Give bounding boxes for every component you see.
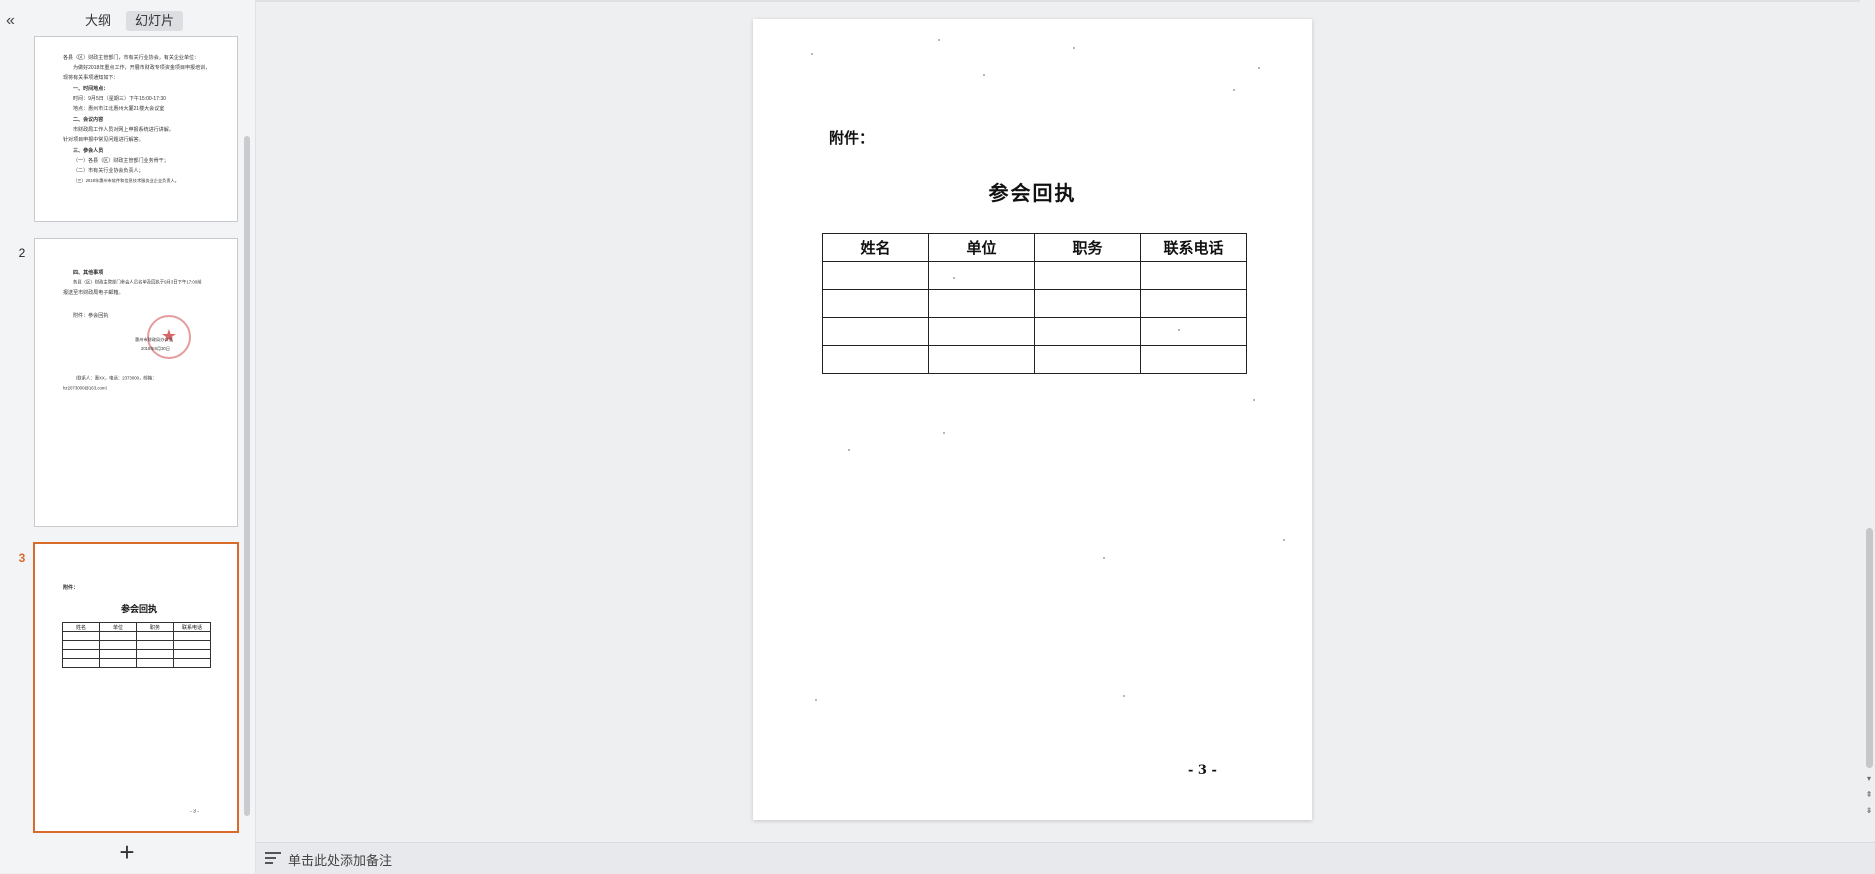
table-cell[interactable] [1140,317,1247,346]
thumb-table-header: 联系电话 [173,622,211,632]
table-cell[interactable] [1140,261,1247,290]
slide-editor: 附件： 参会回执 姓名 单位 职务 联系电话 - 3 - [256,0,1860,841]
table-row [822,317,1247,346]
thumb-text-line: 市财政局工作人员对网上申报系统进行讲解， [73,127,174,133]
editor-scrollbar[interactable]: ▾ ⇞ ⇟ [1863,0,1875,841]
notes-input[interactable]: 单击此处添加备注 [288,850,392,869]
plus-icon[interactable]: + [116,839,138,865]
thumb-seal-text: 惠州市财政局办公室 [135,338,173,343]
attachment-label: 附件： [829,129,875,147]
thumb-table: 姓名 单位 职务 联系电话 [62,622,211,668]
table-cell[interactable] [822,345,929,374]
prev-page-icon[interactable]: ⇞ [1863,790,1875,800]
thumb-table-header: 姓名 [62,622,100,632]
thumb-table-header: 单位 [99,622,137,632]
table-cell[interactable] [928,317,1035,346]
slide-number-2: 2 [18,246,26,260]
table-header-row: 姓名 单位 职务 联系电话 [822,233,1247,262]
slide-number-3: 3 [18,551,26,565]
page-number: - 3 - [1188,763,1217,778]
thumb-text-line: 报送至市财政局电子邮箱。 [63,290,124,296]
table-cell[interactable] [1034,289,1141,318]
next-page-icon[interactable]: ⇟ [1863,806,1875,816]
thumb-text-line: 地点：惠州市江北惠州大厦21楼大会议室 [73,106,165,112]
table-cell[interactable] [822,261,929,290]
column-header: 姓名 [822,233,929,262]
thumb-text-line: 三、参会人员 [73,148,104,154]
thumb-text-line: 各县（区）财政主管部门，市有关行业协会，有关企业单位： [63,55,200,61]
slide-thumbnail-3[interactable]: 附件： 参会回执 姓名 单位 职务 联系电话 - 3 - [33,542,239,833]
table-cell[interactable] [1034,261,1141,290]
thumb-seal-date: 2018年8月30日 [141,347,170,352]
double-chevron-left-icon[interactable]: « [6,12,22,30]
table-cell[interactable] [822,317,929,346]
table-row [822,261,1247,290]
editor-top-border [256,0,1860,2]
thumbnail-scroll-thumb[interactable] [244,136,250,816]
table-row [822,289,1247,318]
thumb-text-line: （联系人：惠XX，电话：2373000，邮箱： [73,376,157,381]
thumb-text-line: （二）市有关行业协会负责人； [73,168,144,174]
tab-slides[interactable]: 幻灯片 [126,11,184,31]
thumb-text-line: 时间：9月5日（星期三）下午15:00-17:30 [73,96,166,102]
document-title: 参会回执 [988,181,1077,205]
table-cell[interactable] [928,345,1035,374]
thumb-page-label: - 3 - [190,809,199,815]
table-row [822,345,1247,374]
thumb-text-line: hz2073000@163.com） [63,386,110,391]
slide-thumbnail-1[interactable]: 各县（区）财政主管部门，市有关行业协会，有关企业单位： 为做好2018年重点工作… [34,36,238,222]
table-cell[interactable] [928,289,1035,318]
column-header: 单位 [928,233,1035,262]
thumb-title: 参会回执 [121,604,158,614]
editor-scroll-thumb[interactable] [1866,528,1873,768]
table-cell[interactable] [928,261,1035,290]
table-cell[interactable] [1140,345,1247,374]
slide-thumbnail-panel: « 大纲 幻灯片 各县（区）财政主管部门，市有关行业协会，有关企业单位： 为做好… [0,0,256,873]
thumb-text-line: 为做好2018年重点工作，开展市财政专项资金项目申报培训， [73,65,211,71]
notes-list-icon[interactable] [265,852,281,866]
column-header: 职务 [1034,233,1141,262]
scroll-down-icon[interactable]: ▾ [1863,774,1875,784]
thumb-text-line: 一、时间地点： [73,86,109,92]
receipt-table[interactable]: 姓名 单位 职务 联系电话 [822,233,1247,374]
thumb-text-line: 各县（区）财政主管部门参会人员名单及回执于9月3日下午17:00前 [73,280,202,285]
thumb-text-line: 附件：参会回执 [73,313,109,319]
thumb-text-line: 针对项目申报中常见问题进行解答。 [63,137,144,143]
thumb-text-line: 二、会议内容 [73,117,104,123]
table-cell[interactable] [822,289,929,318]
notes-bar[interactable]: 单击此处添加备注 [256,842,1875,874]
table-cell[interactable] [1034,345,1141,374]
thumb-attach-label: 附件： [63,585,79,591]
slide-canvas[interactable]: 附件： 参会回执 姓名 单位 职务 联系电话 - 3 - [753,19,1312,820]
thumb-table-header: 职务 [136,622,174,632]
slide-thumbnail-2[interactable]: 四、其他事项 各县（区）财政主管部门参会人员名单及回执于9月3日下午17:00前… [34,238,238,527]
thumb-text-line: （三）2018年惠州市软件和信息技术服务业企业负责人。 [73,179,179,184]
table-cell[interactable] [1034,317,1141,346]
table-cell[interactable] [1140,289,1247,318]
view-tabs: 大纲 幻灯片 [76,11,184,31]
thumbnail-scrollbar[interactable] [242,36,250,836]
thumb-text-line: （一）各县（区）财政主管部门业务骨干； [73,158,169,164]
tab-outline[interactable]: 大纲 [76,11,120,31]
column-header: 联系电话 [1140,233,1247,262]
thumb-text-line: 四、其他事项 [73,270,104,276]
thumb-text-line: 现将有关事项通知如下： [63,75,119,81]
